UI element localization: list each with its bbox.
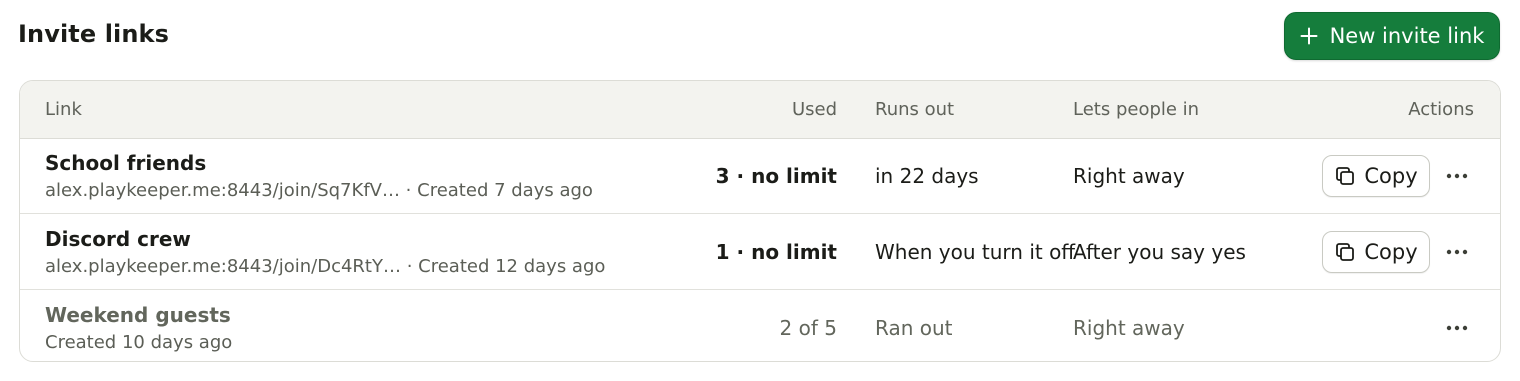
- invite-links-table: Link Used Runs out Lets people in Action…: [19, 80, 1501, 362]
- more-options-button[interactable]: [1440, 159, 1474, 193]
- copy-icon: [1334, 165, 1356, 187]
- link-meta: Created 10 days ago: [45, 331, 233, 353]
- link-name: Weekend guests: [45, 302, 231, 327]
- more-horizontal-icon: [1446, 173, 1468, 178]
- column-header-used: Used: [791, 99, 837, 120]
- page-title: Invite links: [18, 20, 169, 48]
- used-count: 1 · no limit: [715, 239, 837, 264]
- table-header: Link Used Runs out Lets people in Action…: [20, 81, 1500, 139]
- lets-people-in-value: Right away: [1073, 163, 1185, 188]
- table-row: School friends alex.playkeeper.me:8443/j…: [20, 138, 1500, 214]
- link-name: School friends: [45, 150, 207, 175]
- more-options-button[interactable]: [1440, 235, 1474, 269]
- used-count: 2 of 5: [779, 315, 837, 340]
- link-name: Discord crew: [45, 226, 191, 251]
- copy-icon: [1334, 241, 1356, 263]
- plus-icon: [1300, 27, 1318, 45]
- runs-out-value: Ran out: [875, 315, 953, 340]
- column-header-lets-people-in: Lets people in: [1073, 99, 1200, 120]
- new-invite-link-button[interactable]: New invite link: [1284, 12, 1500, 60]
- column-header-runs-out: Runs out: [875, 99, 955, 120]
- column-header-actions: Actions: [1408, 99, 1474, 120]
- link-meta: alex.playkeeper.me:8443/join/Sq7KfV… · C…: [45, 179, 593, 201]
- table-row: Weekend guests Created 10 days ago 2 of …: [20, 290, 1500, 361]
- lets-people-in-value: Right away: [1073, 315, 1185, 340]
- page-header: Invite links New invite link: [18, 0, 1500, 72]
- more-horizontal-icon: [1446, 249, 1468, 254]
- runs-out-value: When you turn it off: [875, 239, 1076, 264]
- lets-people-in-value: After you say yes: [1073, 239, 1246, 264]
- copy-label: Copy: [1364, 163, 1418, 188]
- link-meta: alex.playkeeper.me:8443/join/Dc4RtY… · C…: [45, 255, 606, 277]
- runs-out-value: in 22 days: [875, 163, 979, 188]
- copy-button[interactable]: Copy: [1322, 154, 1430, 197]
- copy-button[interactable]: Copy: [1322, 230, 1430, 273]
- more-options-button[interactable]: [1440, 311, 1474, 345]
- column-header-link: Link: [45, 99, 82, 120]
- copy-label: Copy: [1364, 239, 1418, 264]
- more-horizontal-icon: [1446, 325, 1468, 330]
- table-row: Discord crew alex.playkeeper.me:8443/joi…: [20, 214, 1500, 290]
- new-invite-link-label: New invite link: [1329, 24, 1485, 48]
- used-count: 3 · no limit: [715, 163, 837, 188]
